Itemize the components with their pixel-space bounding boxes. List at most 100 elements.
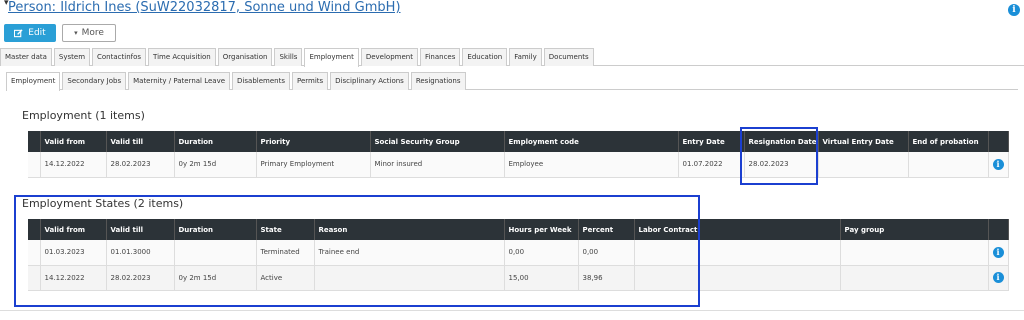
column-header-resignation-date[interactable]: Resignation Date [744, 131, 819, 152]
cell-employment-code: Employee [504, 152, 679, 178]
employment-states-section-title: Employment States (2 items) [22, 197, 184, 210]
row-spacer [28, 152, 41, 178]
column-header-valid-till[interactable]: Valid till [106, 219, 175, 240]
employment-section-title: Employment (1 items) [22, 109, 145, 122]
tab-contactinfos[interactable]: Contactinfos [92, 48, 147, 66]
subtab-secondary-jobs[interactable]: Secondary Jobs [62, 72, 127, 90]
column-header-spacer [28, 131, 41, 152]
column-header-actions [988, 131, 1009, 152]
column-header-end-of-probation[interactable]: End of probation [908, 131, 989, 152]
tab-development[interactable]: Development [360, 48, 418, 66]
table-row[interactable]: 01.03.2023 01.01.3000 Terminated Trainee… [28, 240, 1009, 266]
cell-labor-contract [634, 240, 841, 266]
edit-button-label: Edit [28, 28, 46, 38]
cell-valid-from: 01.03.2023 [40, 240, 107, 266]
person-title-text[interactable]: Person: Ildrich Ines (SuW22032817, Sonne… [8, 0, 401, 15]
cell-percent: 38,96 [578, 265, 635, 291]
collapse-caret-icon[interactable]: ▾ [4, 0, 9, 8]
cell-pay-group [840, 240, 989, 266]
cell-end-of-probation [908, 152, 989, 178]
employment-states-table: Valid from Valid till Duration State Rea… [28, 219, 1009, 291]
subtab-permits[interactable]: Permits [291, 72, 329, 90]
column-header-duration[interactable]: Duration [174, 219, 257, 240]
subtab-disablements[interactable]: Disablements [232, 72, 290, 90]
row-info-cell: i [988, 240, 1009, 266]
cell-percent: 0,00 [578, 240, 635, 266]
edit-icon [14, 28, 23, 37]
tab-documents[interactable]: Documents [543, 48, 594, 66]
states-header-row: Valid from Valid till Duration State Rea… [28, 219, 1009, 240]
column-header-employment-code[interactable]: Employment code [504, 131, 679, 152]
column-header-reason[interactable]: Reason [314, 219, 505, 240]
cell-hours-per-week: 0,00 [504, 240, 579, 266]
cell-valid-till: 01.01.3000 [106, 240, 175, 266]
cell-resignation-date: 28.02.2023 [744, 152, 819, 178]
cell-state: Terminated [256, 240, 315, 266]
info-icon[interactable]: i [992, 158, 1004, 170]
column-header-pay-group[interactable]: Pay group [840, 219, 989, 240]
tab-organisation[interactable]: Organisation [217, 48, 273, 66]
tab-skills[interactable]: Skills [274, 48, 303, 66]
info-icon[interactable]: i [992, 246, 1004, 258]
column-header-valid-from[interactable]: Valid from [40, 131, 107, 152]
subtab-maternity-leave[interactable]: Maternity / Paternal Leave [128, 72, 231, 90]
person-title-link[interactable]: ▾ Person: Ildrich Ines (SuW22032817, Son… [4, 0, 401, 15]
column-header-labor-contract[interactable]: Labor Contract [634, 219, 841, 240]
edit-button[interactable]: Edit [4, 24, 56, 42]
main-tabs: Master data System Contactinfos Time Acq… [0, 48, 1024, 67]
tab-time-acquisition[interactable]: Time Acquisition [148, 48, 216, 66]
column-header-social-security-group[interactable]: Social Security Group [370, 131, 505, 152]
column-header-spacer [28, 219, 41, 240]
cell-pay-group [840, 265, 989, 291]
more-button-label: More [81, 28, 104, 38]
cell-valid-from: 14.12.2022 [40, 152, 107, 178]
info-icon[interactable]: i [1008, 4, 1020, 16]
cell-reason [314, 265, 505, 291]
tab-education[interactable]: Education [462, 48, 508, 66]
cell-state: Active [256, 265, 315, 291]
divider [0, 310, 1024, 311]
cell-labor-contract [634, 265, 841, 291]
row-info-cell: i [988, 152, 1009, 178]
cell-social-security-group: Minor insured [370, 152, 505, 178]
employment-table: Valid from Valid till Duration Priority … [28, 131, 1009, 178]
cell-entry-date: 01.07.2022 [678, 152, 745, 178]
tab-master-data[interactable]: Master data [0, 48, 52, 66]
cell-reason: Trainee end [314, 240, 505, 266]
cell-virtual-entry-date [818, 152, 909, 178]
column-header-virtual-entry-date[interactable]: Virtual Entry Date [818, 131, 909, 152]
column-header-entry-date[interactable]: Entry Date [678, 131, 745, 152]
tab-system[interactable]: System [53, 48, 91, 66]
column-header-actions [988, 219, 1009, 240]
cell-valid-till: 28.02.2023 [106, 265, 175, 291]
row-info-cell: i [988, 265, 1009, 291]
cell-valid-from: 14.12.2022 [40, 265, 107, 291]
info-icon[interactable]: i [992, 272, 1004, 283]
tab-finances[interactable]: Finances [419, 48, 461, 66]
more-button[interactable]: ▾ More [62, 24, 116, 42]
table-row[interactable]: 14.12.2022 28.02.2023 0y 2m 15d Primary … [28, 152, 1009, 178]
subtab-employment[interactable]: Employment [6, 72, 61, 91]
column-header-duration[interactable]: Duration [174, 131, 257, 152]
row-spacer [28, 240, 41, 266]
row-spacer [28, 265, 41, 291]
column-header-percent[interactable]: Percent [578, 219, 635, 240]
column-header-state[interactable]: State [256, 219, 315, 240]
column-header-valid-till[interactable]: Valid till [106, 131, 175, 152]
cell-valid-till: 28.02.2023 [106, 152, 175, 178]
subtab-disciplinary-actions[interactable]: Disciplinary Actions [330, 72, 409, 90]
tab-employment[interactable]: Employment [304, 48, 359, 67]
chevron-down-icon: ▾ [74, 29, 78, 37]
subtab-resignations[interactable]: Resignations [410, 72, 466, 90]
cell-hours-per-week: 15,00 [504, 265, 579, 291]
employment-header-row: Valid from Valid till Duration Priority … [28, 131, 1009, 152]
cell-duration: 0y 2m 15d [174, 152, 257, 178]
cell-priority: Primary Employment [256, 152, 371, 178]
column-header-hours-per-week[interactable]: Hours per Week [504, 219, 579, 240]
tab-family[interactable]: Family [509, 48, 542, 66]
table-row[interactable]: 14.12.2022 28.02.2023 0y 2m 15d Active 1… [28, 265, 1009, 291]
cell-duration [174, 240, 257, 266]
cell-duration: 0y 2m 15d [174, 265, 257, 291]
column-header-priority[interactable]: Priority [256, 131, 371, 152]
column-header-valid-from[interactable]: Valid from [40, 219, 107, 240]
